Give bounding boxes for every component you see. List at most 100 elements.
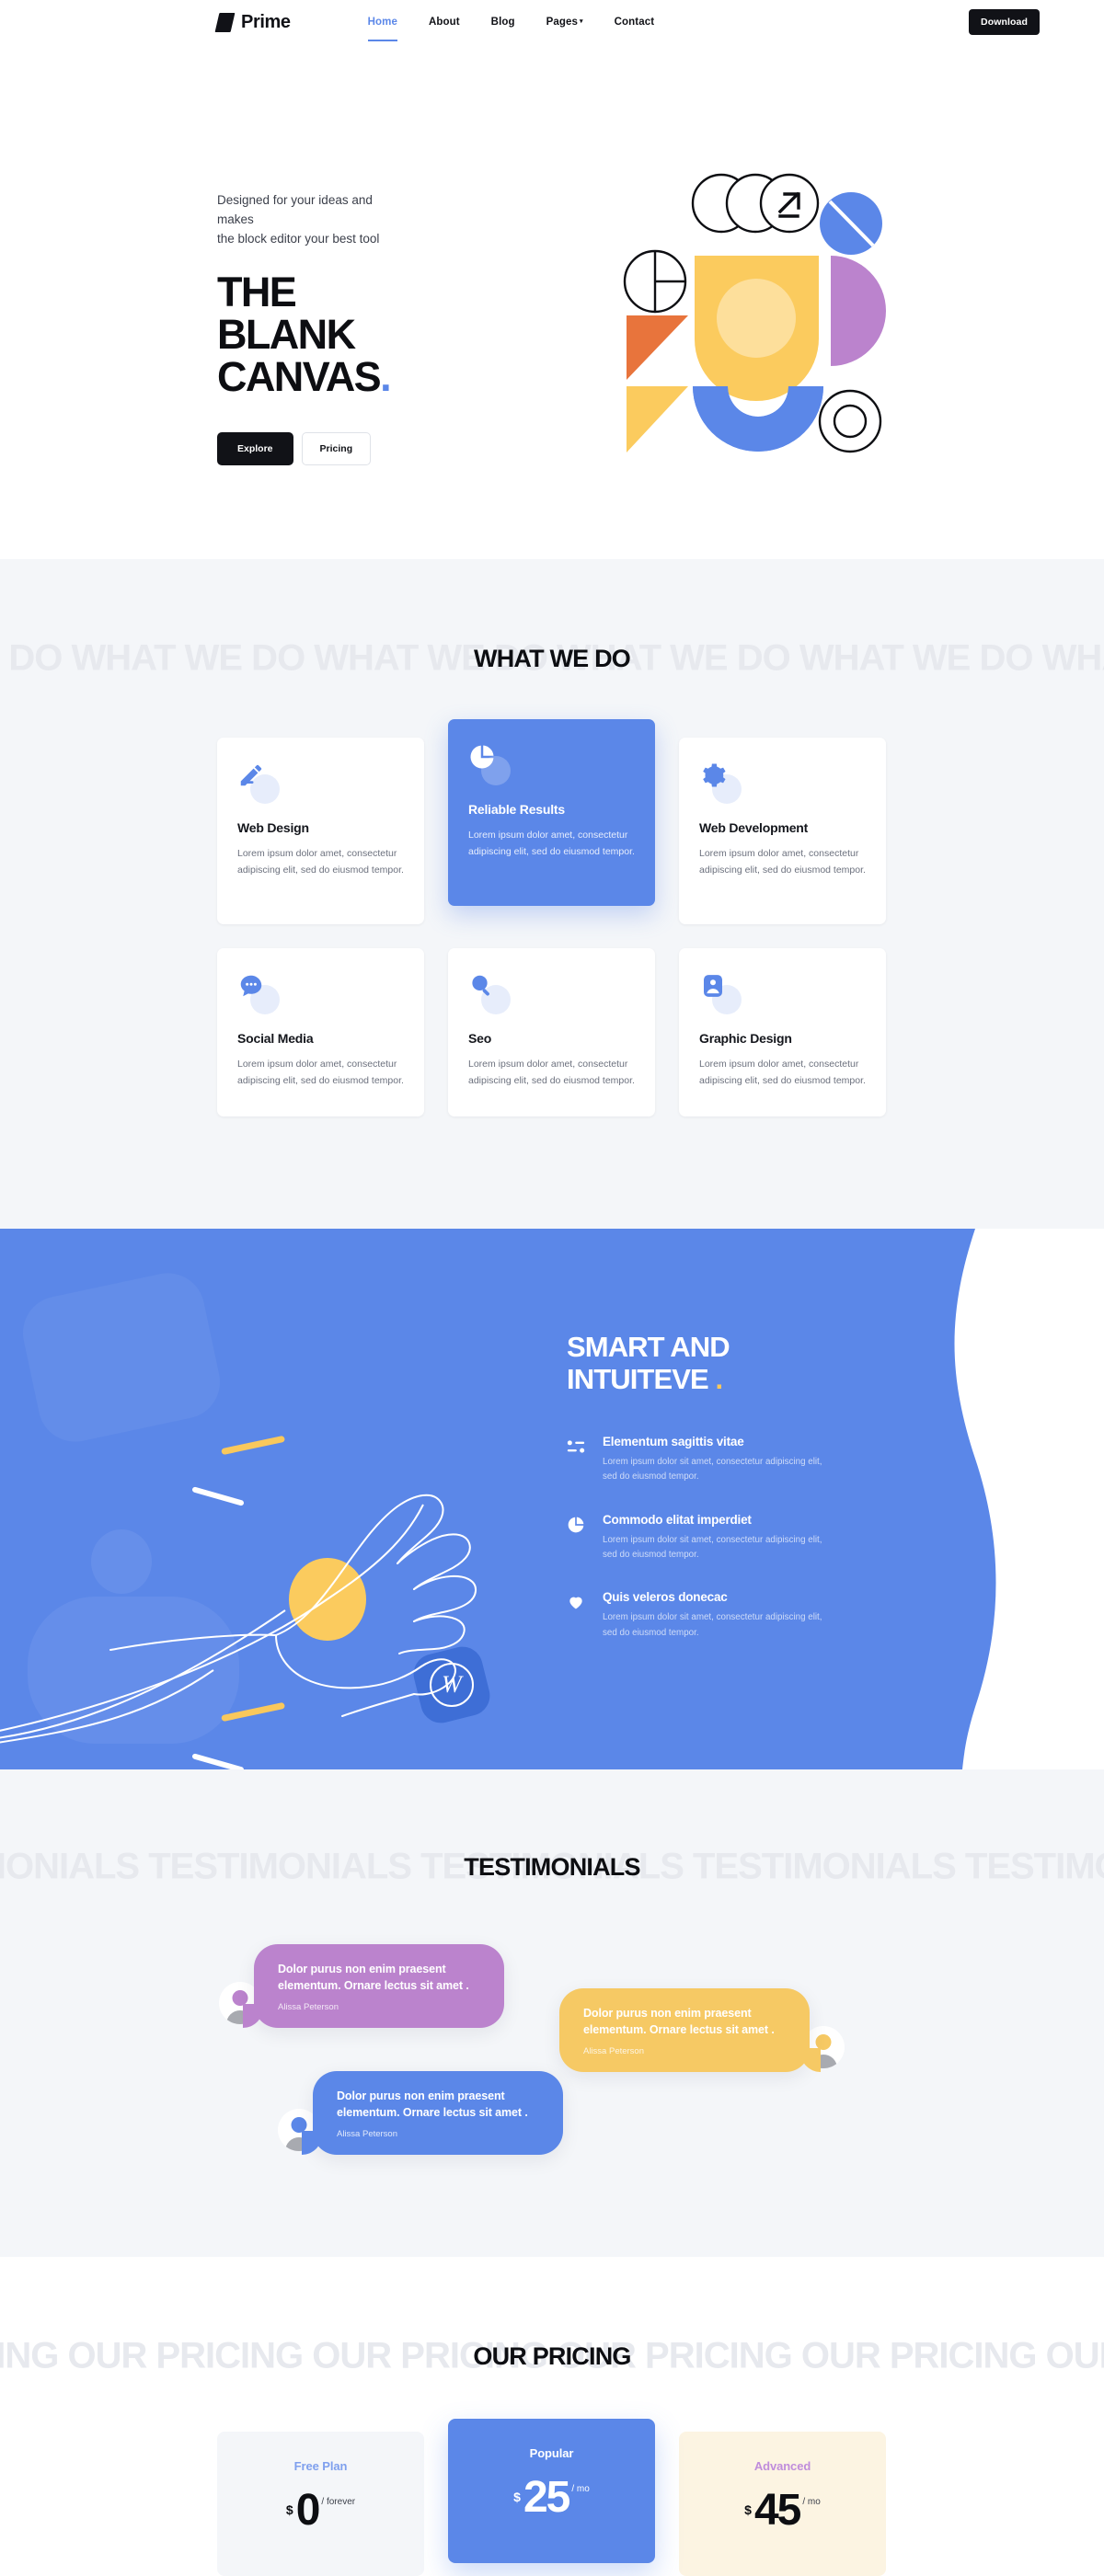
service-card-web-development[interactable]: Web Development Lorem ipsum dolor amet, …	[679, 738, 886, 925]
image-icon	[699, 972, 742, 1015]
magnifier-icon	[468, 972, 511, 1015]
nav-label: Home	[367, 16, 397, 28]
smart-feature-list: Elementum sagittis vitae Lorem ipsum dol…	[567, 1435, 962, 1642]
smart-content: SMART AND INTUITEVE . Elementum sagittis…	[567, 1331, 962, 1668]
hero-title-line1: THE BLANK	[217, 268, 356, 359]
service-text: Lorem ipsum dolor amet, consectetur adip…	[237, 1059, 404, 1087]
pricing-cards: Free Plan $ 0 / forever Popular $ 25 / m…	[217, 2419, 887, 2576]
testimonial-bubble: Dolor purus non enim praesent elementum.…	[559, 1988, 821, 2072]
nav-item-contact[interactable]: Contact	[615, 4, 655, 41]
plan-name: Popular	[529, 2446, 574, 2461]
chevron-down-icon: ▾	[580, 18, 583, 26]
testimonials-band-title: TESTIMONIALS	[464, 1852, 640, 1881]
pricing-band-title: OUR PRICING	[473, 2341, 631, 2370]
feature-title: Quis veleros donecac	[603, 1590, 728, 1605]
price-line: $ 0 / forever	[236, 2486, 406, 2536]
service-card-web-design[interactable]: Web Design Lorem ipsum dolor amet, conse…	[217, 738, 424, 925]
price-card-popular[interactable]: Popular $ 25 / mo	[448, 2419, 655, 2563]
price-period: / forever	[321, 2497, 356, 2508]
feature-item-elementum: Elementum sagittis vitae Lorem ipsum dol…	[567, 1435, 962, 1485]
nav-item-blog[interactable]: Blog	[491, 4, 515, 41]
brand-logo[interactable]: Prime	[214, 11, 291, 33]
service-text: Lorem ipsum dolor amet, consectetur adip…	[699, 848, 866, 876]
hero-kicker-line1: Designed for your ideas and makes	[217, 193, 373, 226]
service-title: Seo	[468, 1031, 492, 1047]
nav-label: About	[428, 16, 460, 28]
service-card-seo[interactable]: Seo Lorem ipsum dolor amet, consectetur …	[448, 948, 655, 1117]
service-text: Lorem ipsum dolor amet, consectetur adip…	[237, 848, 404, 876]
smart-title-line1: SMART AND	[567, 1331, 730, 1364]
service-card-social-media[interactable]: Social Media Lorem ipsum dolor amet, con…	[217, 948, 424, 1117]
testimonials-section: TESTIMONIALS TESTIMONIALS TESTIMONIALS T…	[0, 1769, 1104, 2258]
nav-label: Pages	[546, 16, 579, 28]
bubble-tail	[243, 2003, 263, 2028]
plan-name: Free Plan	[293, 2459, 348, 2474]
pie-chart-icon	[468, 743, 511, 785]
gear-icon	[699, 761, 742, 804]
testimonial-author: Alissa Peterson	[278, 2001, 339, 2012]
nav-label: Contact	[614, 16, 655, 28]
plan-name: Advanced	[753, 2459, 811, 2474]
testimonial-text: Dolor purus non enim praesent elementum.…	[337, 2089, 528, 2120]
hero-title: THE BLANK CANVAS.	[217, 268, 392, 401]
feature-item-quis: Quis veleros donecac Lorem ipsum dolor s…	[567, 1590, 962, 1641]
service-card-graphic-design[interactable]: Graphic Design Lorem ipsum dolor amet, c…	[679, 948, 886, 1117]
price-period: / mo	[802, 2497, 821, 2508]
price-card-advanced[interactable]: Advanced $ 45 / mo	[679, 2432, 886, 2576]
services-band-title: WHAT WE DO	[474, 644, 631, 672]
download-button[interactable]: Download	[969, 9, 1040, 35]
bubble-tail	[302, 2130, 322, 2155]
nav-label: Blog	[490, 16, 515, 28]
service-title: Web Development	[699, 820, 809, 835]
testimonial-item-1: Dolor purus non enim praesent elementum.…	[219, 1944, 504, 2028]
hero-kicker: Designed for your ideas and makes the bl…	[217, 191, 386, 249]
hero-title-line2: CANVAS	[217, 353, 382, 401]
testimonial-bubbles: Dolor purus non enim praesent elementum.…	[0, 1935, 1104, 2183]
nav-item-pages[interactable]: Pages ▾	[546, 4, 583, 41]
feature-title: Commodo elitat imperdiet	[603, 1512, 752, 1527]
nav-item-home[interactable]: Home	[367, 4, 398, 41]
service-text: Lorem ipsum dolor amet, consectetur adip…	[468, 1059, 635, 1087]
chat-bubble-icon	[237, 972, 280, 1015]
price-amount: 45	[753, 2486, 801, 2536]
feature-text: Lorem ipsum dolor sit amet, consectetur …	[603, 1612, 822, 1638]
explore-button[interactable]: Explore	[217, 431, 293, 465]
logo-mark-icon	[214, 12, 236, 32]
testimonial-author: Alissa Peterson	[337, 2128, 398, 2139]
landing-page: Prime Home About Blog Pages ▾ Contact Dow…	[0, 0, 1104, 2576]
service-card-reliable-results[interactable]: Reliable Results Lorem ipsum dolor amet,…	[448, 719, 655, 907]
services-band: WHAT WE DO WHAT WE DO WHAT WE DO WHAT WE…	[0, 611, 1104, 706]
hero-section: Designed for your ideas and makes the bl…	[0, 44, 1104, 559]
pie-chart-icon	[567, 1513, 587, 1563]
price-amount: 0	[295, 2486, 321, 2536]
pencil-icon	[237, 761, 280, 804]
smart-section: W SMART AND INTUITEVE . Elementum sagitt…	[0, 1229, 1104, 1770]
price-card-free[interactable]: Free Plan $ 0 / forever	[217, 2432, 424, 2576]
svg-text:W: W	[442, 1671, 464, 1698]
feature-item-commodo: Commodo elitat imperdiet Lorem ipsum dol…	[567, 1513, 962, 1563]
testimonials-band: TESTIMONIALS TESTIMONIALS TESTIMONIALS T…	[0, 1819, 1104, 1915]
brand-name: Prime	[241, 11, 291, 32]
service-text: Lorem ipsum dolor amet, consectetur adip…	[699, 1059, 866, 1087]
service-text: Lorem ipsum dolor amet, consectetur adip…	[468, 830, 635, 858]
pricing-band: OUR PRICING OUR PRICING OUR PRICING OUR …	[0, 2308, 1104, 2404]
currency-symbol: $	[285, 2502, 293, 2518]
price-period: / mo	[571, 2484, 590, 2495]
heart-icon	[567, 1590, 587, 1641]
testimonial-item-3: Dolor purus non enim praesent elementum.…	[278, 2071, 563, 2155]
nav-item-about[interactable]: About	[429, 4, 460, 41]
smart-title-dot: .	[715, 1362, 724, 1395]
testimonial-bubble: Dolor purus non enim praesent elementum.…	[243, 1944, 504, 2028]
smart-title: SMART AND INTUITEVE .	[567, 1331, 962, 1395]
testimonial-text: Dolor purus non enim praesent elementum.…	[583, 2007, 775, 2037]
services-row-1: Web Design Lorem ipsum dolor amet, conse…	[217, 719, 887, 925]
pricing-button[interactable]: Pricing	[301, 431, 372, 465]
bubble-tail	[800, 2047, 821, 2072]
services-section: WHAT WE DO WHAT WE DO WHAT WE DO WHAT WE…	[0, 559, 1104, 1230]
feature-text: Lorem ipsum dolor sit amet, consectetur …	[603, 1456, 822, 1483]
currency-symbol: $	[744, 2502, 752, 2518]
list-icon	[567, 1435, 587, 1485]
testimonial-text: Dolor purus non enim praesent elementum.…	[278, 1963, 469, 1993]
hero-geometric-artwork	[596, 173, 891, 458]
services-row-2: Social Media Lorem ipsum dolor amet, con…	[217, 948, 887, 1117]
